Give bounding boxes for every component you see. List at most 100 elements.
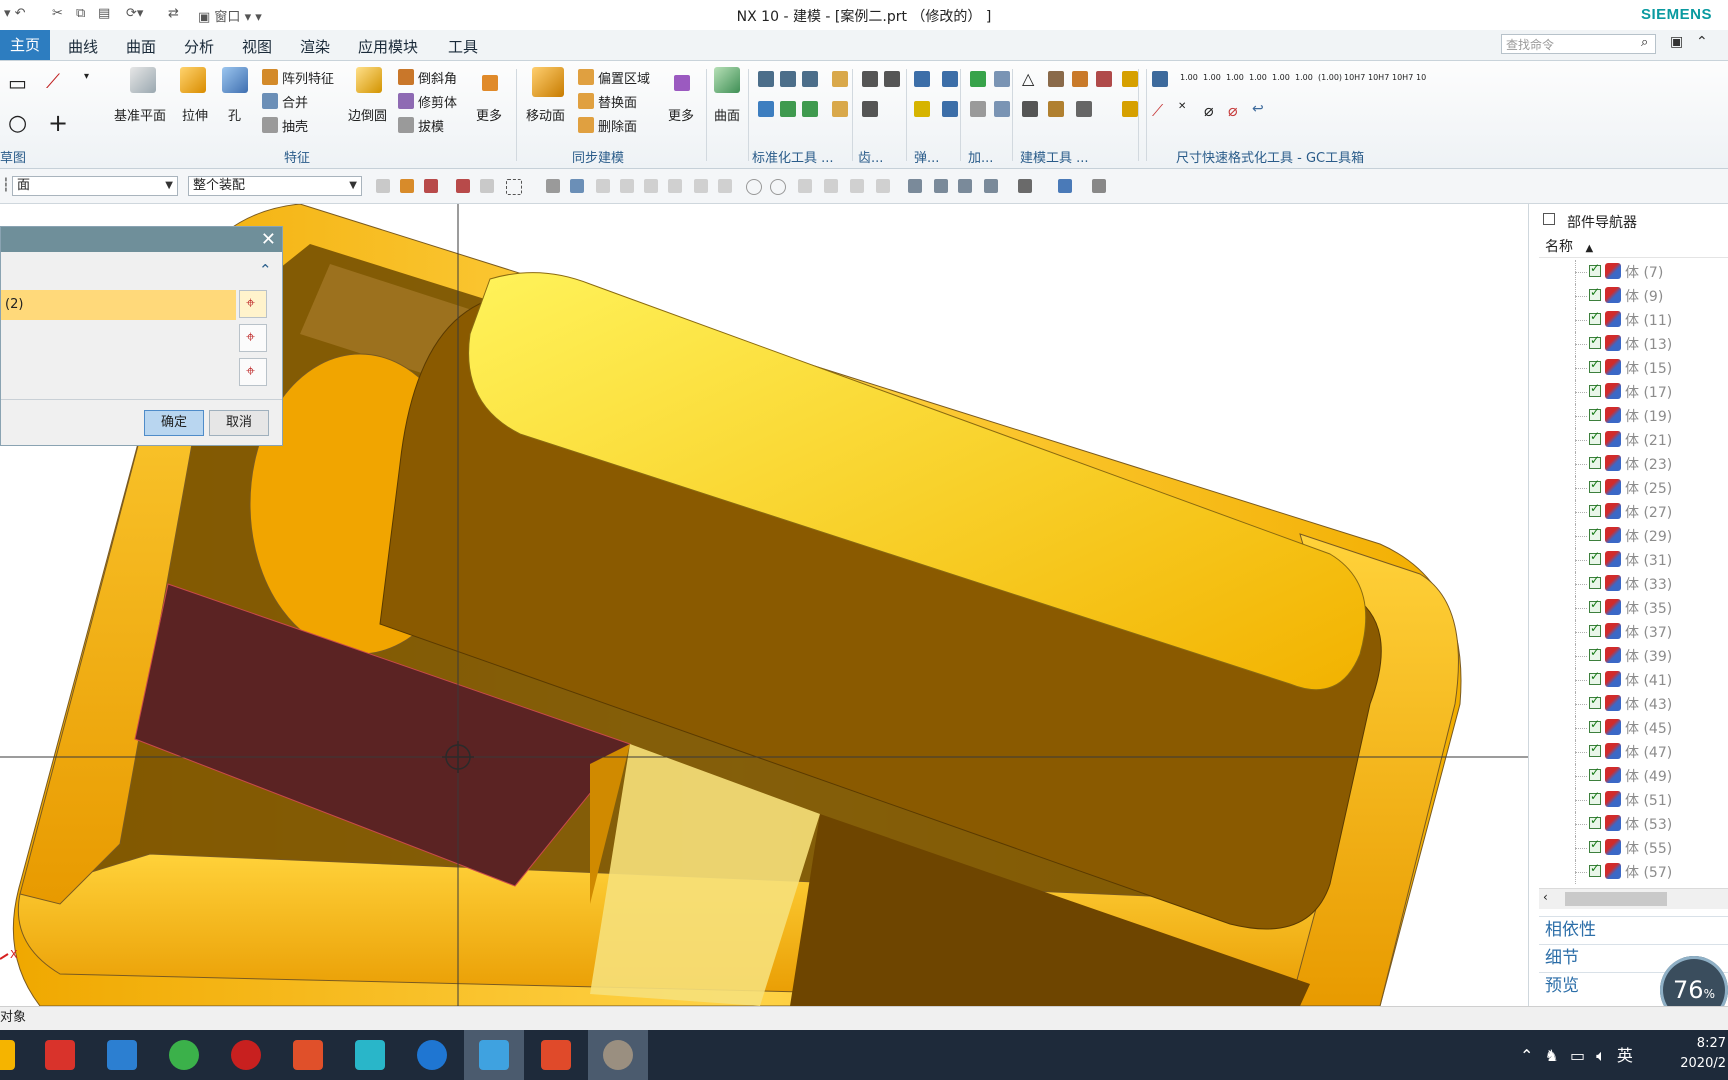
visibility-checkbox[interactable] [1589,261,1601,277]
navigator-row[interactable]: 体 (27) [1539,500,1728,524]
tab-render[interactable]: 渲染 [300,36,330,57]
visibility-checkbox[interactable] [1589,669,1601,685]
close-icon[interactable]: ✕ [261,229,276,250]
model-tool-3-icon[interactable] [1072,71,1088,87]
model-tool-5-icon[interactable] [1022,101,1038,117]
dim-line-tool-icon[interactable]: ⟋ [1152,101,1163,121]
spring-tool-1-icon[interactable] [914,71,930,87]
std-tool-6-icon[interactable] [780,101,796,117]
filter-tool-5-icon[interactable] [480,179,494,193]
tab-surface[interactable]: 曲面 [126,36,156,57]
model-tool-2-icon[interactable] [1048,71,1064,87]
dim-undo-tool-icon[interactable]: ↩ [1252,101,1264,117]
navigator-row[interactable]: 体 (23) [1539,452,1728,476]
dim-tools-group-label[interactable]: 尺寸快速格式化工具 - GC工具箱 [1176,147,1364,166]
dim-format-10[interactable]: 10H7 [1392,73,1413,82]
navigator-row[interactable]: 体 (9) [1539,284,1728,308]
cancel-button[interactable]: 取消 [209,410,269,436]
visibility-checkbox[interactable] [1589,453,1601,469]
navigator-row[interactable]: 体 (43) [1539,692,1728,716]
snap-tool-8-icon[interactable] [718,179,732,193]
navigator-row[interactable]: 体 (21) [1539,428,1728,452]
triangle-tool-icon[interactable]: △ [1022,69,1034,88]
dim-format-3[interactable]: 1.00 [1226,73,1244,82]
spring-tool-4-icon[interactable] [942,101,958,117]
ribbon-options-icon[interactable]: ▣ [1670,34,1683,50]
navigator-row[interactable]: 体 (53) [1539,812,1728,836]
spring-tool-3-icon[interactable] [914,101,930,117]
model-tool-7-icon[interactable] [1076,101,1092,117]
navigator-row[interactable]: 体 (15) [1539,356,1728,380]
taskbar-mail[interactable] [92,1030,152,1080]
collapse-ribbon-icon[interactable]: ⌃ [1696,34,1708,50]
taskbar-app-1[interactable] [30,1030,90,1080]
add-group-label[interactable]: 加... [968,147,993,166]
volume-icon[interactable]: 🔈︎ [1596,1046,1606,1065]
visibility-checkbox[interactable] [1589,333,1601,349]
visibility-checkbox[interactable] [1589,789,1601,805]
model-tool-4-icon[interactable] [1096,71,1112,87]
coins-tool-2-icon[interactable] [1122,101,1138,117]
add-tool-3-icon[interactable] [970,101,986,117]
model-tool-6-icon[interactable] [1048,101,1064,117]
taskbar-browser-1[interactable] [154,1030,214,1080]
std-tool-5-icon[interactable] [758,101,774,117]
visibility-checkbox[interactable] [1589,549,1601,565]
offset-region-button[interactable]: 偏置区域 [598,68,650,87]
gear-tool-2-icon[interactable] [884,71,900,87]
network-icon[interactable]: ▭ [1570,1046,1585,1065]
type-filter-select[interactable]: 面 ▼ [12,176,178,196]
surface-button[interactable]: 曲面 [714,105,740,124]
visibility-checkbox[interactable] [1589,813,1601,829]
qq-icon[interactable]: ♞ [1545,1046,1559,1065]
dependencies-pane[interactable]: 相依性 [1539,916,1728,942]
taskbar-app-4[interactable] [216,1030,276,1080]
snap-center-icon[interactable] [746,179,762,195]
visibility-checkbox[interactable] [1589,693,1601,709]
ok-button[interactable]: 确定 [144,410,204,436]
visibility-checkbox[interactable] [1589,837,1601,853]
std-tool-1-icon[interactable] [758,71,774,87]
delete-face-button[interactable]: 删除面 [598,116,637,135]
coins-tool-1-icon[interactable] [1122,71,1138,87]
navigator-row[interactable]: 体 (19) [1539,404,1728,428]
search-icon[interactable]: ⌕ [1641,35,1648,50]
shell-button[interactable]: 抽壳 [282,116,308,135]
std-tool-7-icon[interactable] [802,101,818,117]
circle-icon[interactable]: ○ [8,111,27,136]
snap-tool-7-icon[interactable] [694,179,708,193]
move-face-button[interactable]: 移动面 [526,105,565,124]
dim-format-1[interactable]: 1.00 [1180,73,1198,82]
modeling-tools-group-label[interactable]: 建模工具 ... [1020,147,1089,166]
navigator-row[interactable]: 体 (47) [1539,740,1728,764]
scrollbar-thumb[interactable] [1565,892,1667,906]
tab-tools[interactable]: 工具 [448,36,478,57]
navigator-row[interactable]: 体 (37) [1539,620,1728,644]
show-hide-icon[interactable] [1092,179,1106,193]
fit-view-icon[interactable] [908,179,922,193]
render-style-icon[interactable] [1018,179,1032,193]
dim-format-2[interactable]: 1.00 [1203,73,1221,82]
visibility-checkbox[interactable] [1589,477,1601,493]
navigator-row[interactable]: 体 (39) [1539,644,1728,668]
visibility-checkbox[interactable] [1589,525,1601,541]
visibility-checkbox[interactable] [1589,381,1601,397]
name-column-header[interactable]: 名称 ▲ [1539,236,1728,258]
snap-tool-3-icon[interactable] [596,179,610,193]
snap-tool-6-icon[interactable] [668,179,682,193]
visibility-checkbox[interactable] [1589,573,1601,589]
navigator-row[interactable]: 体 (29) [1539,524,1728,548]
std-tool-3-icon[interactable] [802,71,818,87]
filter-tool-4-icon[interactable] [456,179,470,193]
standard-tools-group-label[interactable]: 标准化工具 ... [752,147,834,166]
chamfer-button[interactable]: 倒斜角 [418,68,457,87]
rectangle-select-icon[interactable] [506,179,522,195]
select-object-button[interactable]: ⌖ [239,290,267,318]
start-button[interactable] [0,1030,30,1080]
line-icon[interactable]: ⟋ [46,69,60,93]
dim-format-11[interactable]: 10 [1416,73,1426,82]
snap-quadrant-icon[interactable] [770,179,786,195]
trim-body-button[interactable]: 修剪体 [418,92,457,111]
taskbar-nx[interactable] [464,1030,524,1080]
diameter-tool-2-icon[interactable]: ⌀ [1228,101,1238,120]
